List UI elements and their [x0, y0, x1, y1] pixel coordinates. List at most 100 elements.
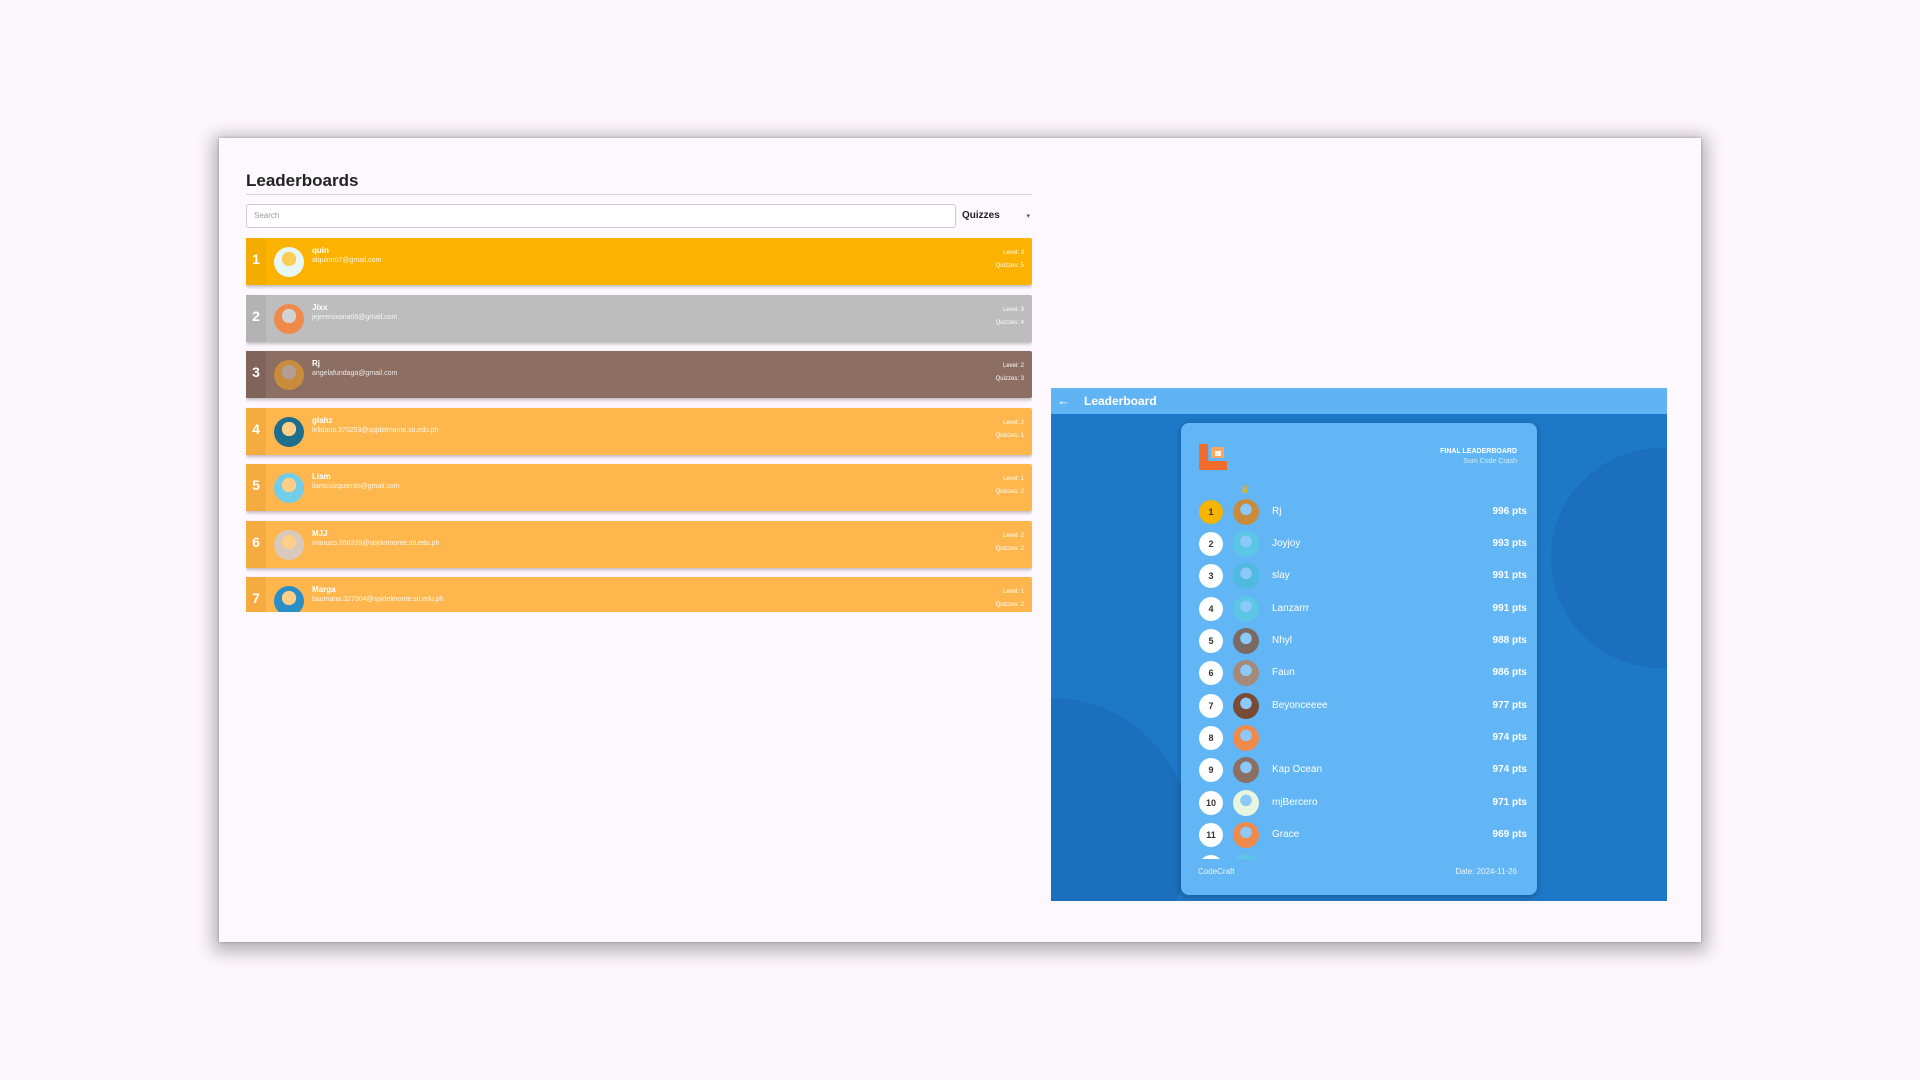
- user-level: Level: 3: [1002, 307, 1024, 313]
- rank-badge: 6: [1199, 661, 1223, 685]
- avatar: [1233, 693, 1259, 719]
- category-select[interactable]: Quizzes ▾: [962, 204, 1032, 228]
- user-level: Level: 2: [1002, 363, 1024, 369]
- search-input[interactable]: Search: [246, 204, 956, 228]
- player-points: 974 pts: [1492, 732, 1527, 743]
- crown-icon: ♛: [1240, 484, 1250, 496]
- player-points: 969 pts: [1492, 829, 1527, 840]
- user-level: Level: 1: [1002, 476, 1024, 482]
- player-points: 988 pts: [1492, 635, 1527, 646]
- player-row: 3 slay 991 pts: [1181, 561, 1537, 589]
- category-select-value: Quizzes: [962, 210, 1000, 221]
- avatar: [274, 360, 304, 390]
- player-points: 991 pts: [1492, 603, 1527, 614]
- user-name: Jixx: [312, 303, 328, 312]
- app-window: Leaderboards Search Quizzes ▾ 1 quin alq…: [219, 138, 1701, 942]
- user-quizzes: Quizzes: 1: [995, 433, 1024, 439]
- player-name: Rj: [1272, 506, 1282, 517]
- player-row: 6 Faun 986 pts: [1181, 658, 1537, 686]
- avatar: [1233, 725, 1259, 751]
- player-name: Lanzarrr: [1272, 603, 1310, 614]
- card-heading: FINAL LEADERBOARD: [1440, 448, 1517, 455]
- player-name: Grace: [1272, 829, 1300, 840]
- user-email: jejereroxana06@gmail.com: [312, 314, 398, 321]
- player-points: 986 pts: [1492, 667, 1527, 678]
- avatar: [274, 473, 304, 503]
- back-arrow-icon[interactable]: ←: [1057, 393, 1070, 408]
- player-row: 1 Rj 996 pts: [1181, 497, 1537, 525]
- player-name: Nhyl: [1272, 635, 1293, 646]
- rank-badge: 7: [1199, 694, 1223, 718]
- player-row: 12: [1181, 852, 1537, 859]
- background-shape: [1551, 448, 1667, 668]
- background-shape: [1051, 698, 1191, 901]
- avatar: [1233, 499, 1259, 525]
- leaderboard-row[interactable]: 5 Liam liamcuizquierdo@gmail.com Level: …: [246, 464, 1032, 511]
- user-quizzes: Quizzes: 5: [995, 263, 1024, 269]
- user-name: Rj: [312, 359, 320, 368]
- leaderboard-row[interactable]: 2 Jixx jejereroxana06@gmail.com Level: 3…: [246, 295, 1032, 342]
- rank-badge: 12: [1199, 855, 1223, 859]
- user-quizzes: Quizzes: 2: [995, 489, 1024, 495]
- avatar: [274, 247, 304, 277]
- rank-badge: 10: [1199, 791, 1223, 815]
- rank-badge: 11: [1199, 823, 1223, 847]
- rank-badge: 9: [1199, 758, 1223, 782]
- user-level: Level: 2: [1002, 420, 1024, 426]
- user-email: alquinn07@gmail.com: [312, 257, 382, 264]
- date-footer: Date: 2024-11-26: [1455, 867, 1517, 876]
- rank-badge: 8: [1199, 726, 1223, 750]
- leaderboard-row[interactable]: 4 glahz lelidano.370253@spjdelmonte.sti.…: [246, 408, 1032, 455]
- avatar: [1233, 757, 1259, 783]
- user-level: Level: 2: [1002, 533, 1024, 539]
- brand-footer: CodeCraft: [1198, 867, 1235, 876]
- user-email: angelafundaga@gmail.com: [312, 370, 398, 377]
- player-points: 977 pts: [1492, 700, 1527, 711]
- avatar: [1233, 596, 1259, 622]
- avatar: [1233, 628, 1259, 654]
- user-email: lelidano.370253@spjdelmonte.sti.edu.ph: [312, 427, 439, 434]
- rank-number: 6: [252, 534, 260, 550]
- user-quizzes: Quizzes: 2: [995, 602, 1024, 608]
- final-leaderboard-card: FINAL LEADERBOARD Sum Code Crash ♛ 1 Rj …: [1181, 423, 1537, 895]
- player-points: 971 pts: [1492, 797, 1527, 808]
- rank-number: 1: [252, 251, 260, 267]
- codecraft-logo-icon: [1199, 444, 1227, 470]
- avatar: [274, 304, 304, 334]
- user-name: Liam: [312, 472, 331, 481]
- leaderboard-row[interactable]: 3 Rj angelafundaga@gmail.com Level: 2 Qu…: [246, 351, 1032, 398]
- player-row: 10 mjBercero 971 pts: [1181, 788, 1537, 816]
- app-bar: ← Leaderboard: [1051, 388, 1667, 414]
- player-row: 4 Lanzarrr 991 pts: [1181, 594, 1537, 622]
- rank-number: 5: [252, 477, 260, 493]
- rank-number: 4: [252, 421, 260, 437]
- player-row: 7 Beyonceeee 977 pts: [1181, 691, 1537, 719]
- user-email: liamcuizquierdo@gmail.com: [312, 483, 400, 490]
- rank-badge: 4: [1199, 597, 1223, 621]
- avatar: [1233, 790, 1259, 816]
- user-email: baumana.327904@spjdelmonte.sti.edu.ph: [312, 596, 444, 603]
- avatar: [1233, 854, 1259, 859]
- title-divider: [246, 194, 1032, 195]
- app-bar-title: Leaderboard: [1084, 394, 1157, 408]
- rank-badge: 3: [1199, 564, 1223, 588]
- user-name: glahz: [312, 416, 333, 425]
- leaderboard-list[interactable]: 1 quin alquinn07@gmail.com Level: 3 Quiz…: [246, 238, 1032, 612]
- player-row: 2 Joyjoy 993 pts: [1181, 529, 1537, 557]
- player-list[interactable]: 1 Rj 996 pts 2 Joyjoy 993 pts 3 slay 991…: [1181, 497, 1537, 859]
- leaderboard-row[interactable]: 6 MJJ manuzo.356339@spjdelmonte.sti.edu.…: [246, 521, 1032, 568]
- user-level: Level: 3: [1002, 250, 1024, 256]
- page-title: Leaderboards: [246, 171, 359, 190]
- leaderboard-row[interactable]: 1 quin alquinn07@gmail.com Level: 3 Quiz…: [246, 238, 1032, 285]
- rank-number: 2: [252, 308, 260, 324]
- rank-badge: 2: [1199, 532, 1223, 556]
- user-quizzes: Quizzes: 3: [995, 376, 1024, 382]
- player-row: 9 Kap Ocean 974 pts: [1181, 755, 1537, 783]
- card-subheading: Sum Code Crash: [1463, 458, 1517, 465]
- user-name: MJJ: [312, 529, 328, 538]
- rank-badge: 5: [1199, 629, 1223, 653]
- player-points: 996 pts: [1492, 506, 1527, 517]
- leaderboard-row[interactable]: 7 Marga baumana.327904@spjdelmonte.sti.e…: [246, 577, 1032, 612]
- search-placeholder: Search: [254, 211, 280, 220]
- avatar: [274, 530, 304, 560]
